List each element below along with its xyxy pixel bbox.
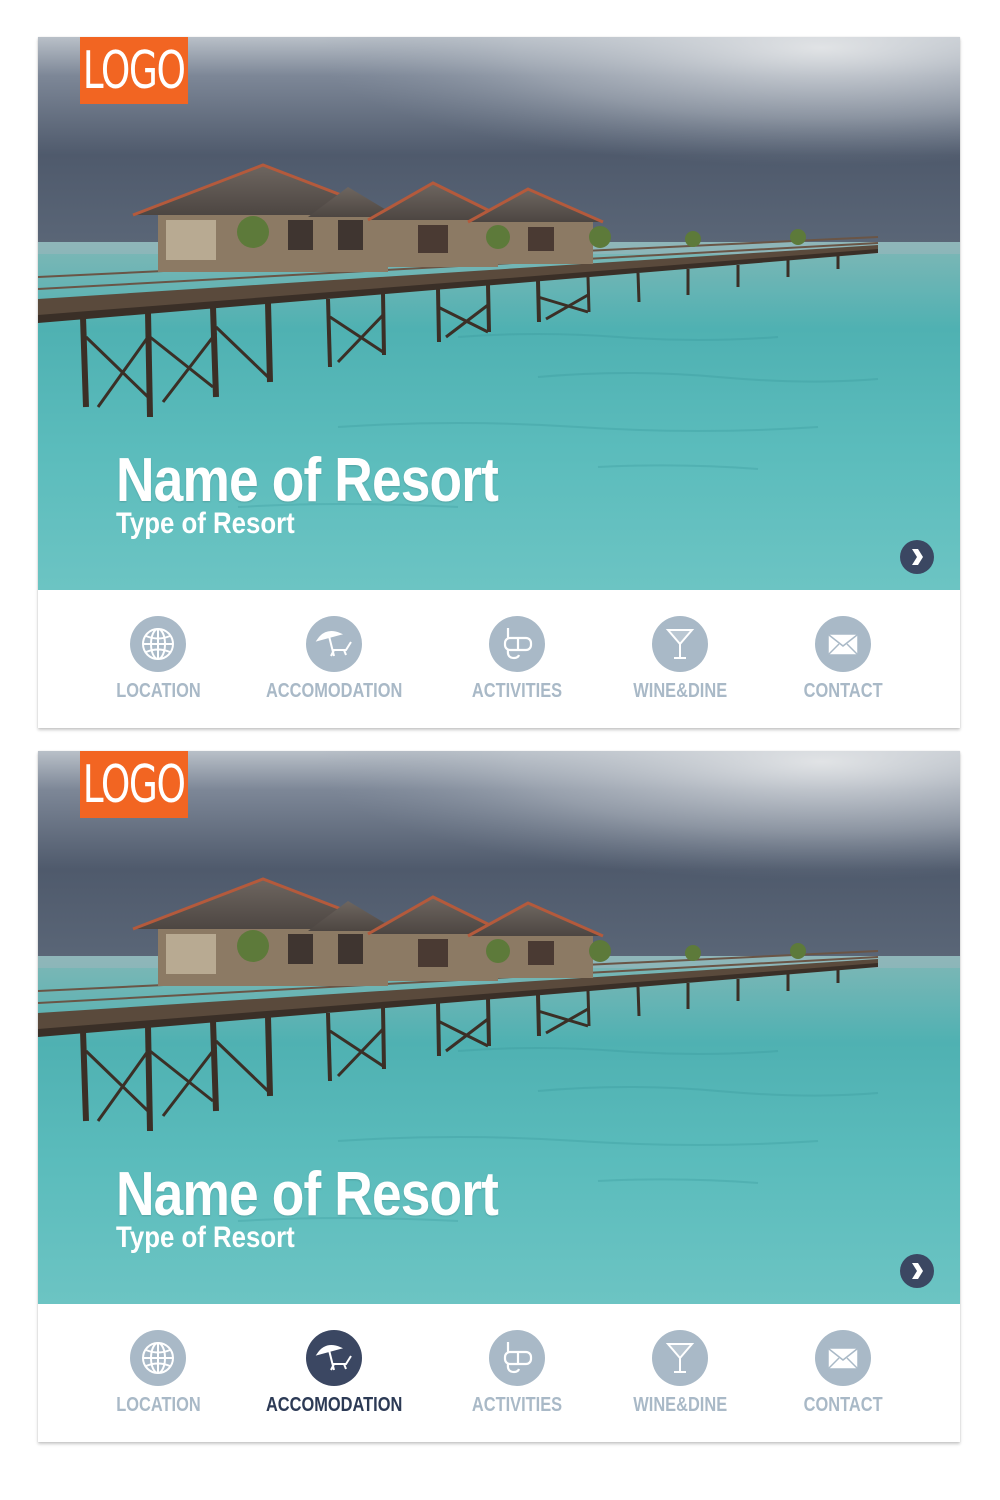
beach-umbrella-icon [306, 1330, 362, 1386]
beach-umbrella-icon [306, 616, 362, 672]
hero-text: Name of Resort Type of Resort [116, 447, 560, 539]
nav-label: CONTACT [803, 680, 883, 702]
martini-glass-icon [652, 616, 708, 672]
next-slide-button[interactable] [900, 1254, 934, 1288]
resort-type: Type of Resort [116, 507, 295, 540]
hero-banner: LOGO Name of Resort Type of Resort [38, 37, 960, 590]
resort-type: Type of Resort [116, 1221, 295, 1254]
nav-item-accomodation[interactable]: ACCOMODATION [244, 616, 424, 703]
snorkel-mask-icon [489, 616, 545, 672]
nav-label: WINE&DINE [633, 680, 727, 702]
hero-banner: LOGO Name of Resort Type of Resort [38, 751, 960, 1304]
nav-item-activities[interactable]: ACTIVITIES [427, 616, 607, 703]
snorkel-mask-icon [489, 1330, 545, 1386]
nav-label: ACCOMODATION [265, 1394, 403, 1416]
logo[interactable]: LOGO [80, 37, 188, 104]
logo[interactable]: LOGO [80, 751, 188, 818]
resort-card: LOGO Name of Resort Type of Resort LOCAT… [38, 37, 960, 728]
nav-item-location[interactable]: LOCATION [68, 1330, 248, 1417]
chevron-right-icon [912, 1263, 923, 1279]
nav-bar: LOCATION ACCOMODATION ACTIVITIES WINE&DI… [38, 590, 960, 728]
nav-label: ACCOMODATION [265, 680, 403, 702]
nav-item-contact[interactable]: CONTACT [753, 616, 933, 703]
nav-label: CONTACT [803, 1394, 883, 1416]
hero-text: Name of Resort Type of Resort [116, 1161, 560, 1253]
nav-label: LOCATION [115, 1394, 201, 1416]
resort-name: Name of Resort [116, 446, 499, 515]
nav-label: WINE&DINE [633, 1394, 727, 1416]
nav-item-contact[interactable]: CONTACT [753, 1330, 933, 1417]
envelope-icon [815, 1330, 871, 1386]
nav-item-accomodation[interactable]: ACCOMODATION [244, 1330, 424, 1417]
next-slide-button[interactable] [900, 540, 934, 574]
nav-label: LOCATION [115, 680, 201, 702]
nav-label: ACTIVITIES [471, 1394, 563, 1416]
nav-item-wine-dine[interactable]: WINE&DINE [590, 1330, 770, 1417]
martini-glass-icon [652, 1330, 708, 1386]
nav-bar: LOCATION ACCOMODATION ACTIVITIES WINE&DI… [38, 1304, 960, 1442]
nav-item-location[interactable]: LOCATION [68, 616, 248, 703]
nav-item-wine-dine[interactable]: WINE&DINE [590, 616, 770, 703]
resort-card: LOGO Name of Resort Type of Resort LOCAT… [38, 751, 960, 1442]
globe-icon [130, 616, 186, 672]
chevron-right-icon [912, 549, 923, 565]
globe-icon [130, 1330, 186, 1386]
nav-item-activities[interactable]: ACTIVITIES [427, 1330, 607, 1417]
resort-name: Name of Resort [116, 1160, 499, 1229]
envelope-icon [815, 616, 871, 672]
nav-label: ACTIVITIES [471, 680, 563, 702]
